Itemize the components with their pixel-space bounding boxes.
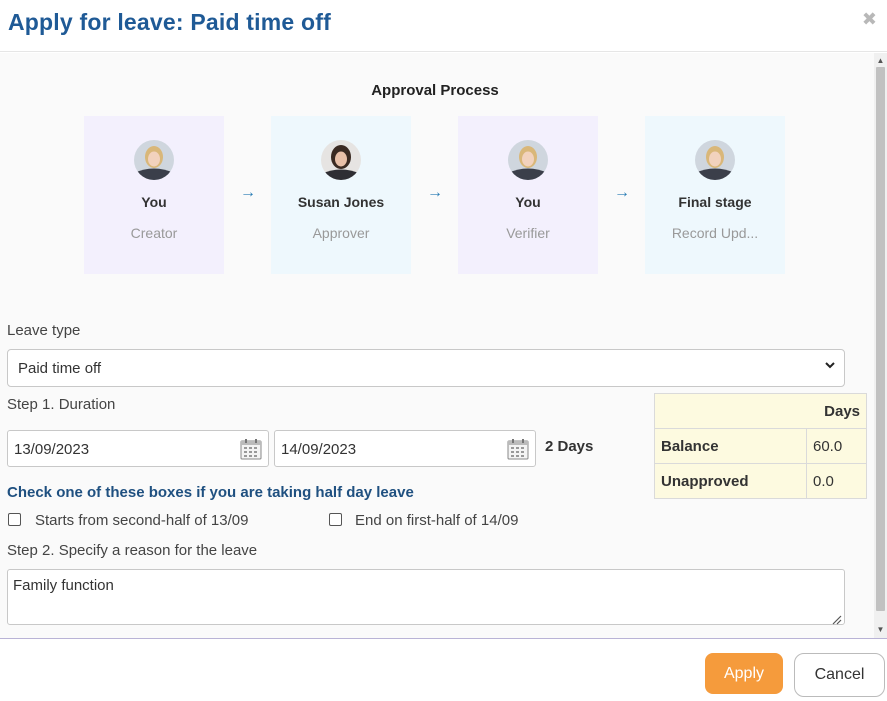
- avatar: [321, 140, 361, 180]
- first-half-label[interactable]: End on first-half of 14/09: [355, 512, 518, 529]
- balance-value: 60.0: [806, 428, 867, 464]
- stage-verifier: You Verifier: [458, 116, 598, 274]
- leave-type-label: Leave type: [7, 322, 81, 339]
- stage-role: Verifier: [506, 225, 550, 241]
- calendar-icon[interactable]: [507, 438, 529, 460]
- stage-role: Creator: [130, 225, 178, 241]
- avatar: [134, 140, 174, 180]
- unapproved-key: Unapproved: [654, 463, 807, 499]
- arrow-right-icon: →: [240, 184, 256, 201]
- unapproved-value: 0.0: [806, 463, 867, 499]
- to-date-value: 14/09/2023: [281, 441, 357, 458]
- second-half-label[interactable]: Starts from second-half of 13/09: [35, 512, 248, 529]
- stage-name: You: [515, 194, 541, 210]
- close-icon[interactable]: ✖: [862, 9, 877, 30]
- reason-textarea[interactable]: Family function: [7, 569, 845, 625]
- apply-button[interactable]: Apply: [705, 653, 783, 694]
- reason-value: Family function: [13, 577, 114, 594]
- balance-table: Days Balance 60.0 Unapproved 0.0: [654, 393, 867, 499]
- dialog-title: Apply for leave: Paid time off: [8, 9, 331, 35]
- stage-approver: Susan Jones Approver: [271, 116, 411, 274]
- resize-handle-icon[interactable]: [832, 612, 842, 625]
- avatar: [695, 140, 735, 180]
- stage-role: Record Upd...: [671, 225, 759, 241]
- scroll-thumb[interactable]: [876, 67, 885, 611]
- second-half-checkbox[interactable]: [8, 513, 21, 526]
- approval-process-title: Approval Process: [371, 82, 499, 99]
- from-date-value: 13/09/2023: [14, 441, 90, 458]
- stage-role: Approver: [312, 225, 370, 241]
- from-date-input[interactable]: 13/09/2023: [7, 430, 269, 467]
- chevron-down-icon: [824, 359, 836, 374]
- reason-label: Step 2. Specify a reason for the leave: [7, 542, 258, 559]
- duration-label: Step 1. Duration: [7, 396, 116, 413]
- stage-final: Final stage Record Upd...: [645, 116, 785, 274]
- stage-name: Susan Jones: [297, 194, 385, 210]
- stage-name: Final stage: [678, 194, 752, 210]
- scroll-down-icon[interactable]: ▼: [874, 624, 887, 636]
- to-date-input[interactable]: 14/09/2023: [274, 430, 536, 467]
- arrow-right-icon: →: [614, 184, 630, 201]
- leave-type-select[interactable]: Paid time off: [7, 349, 845, 387]
- calendar-icon[interactable]: [240, 438, 262, 460]
- cancel-button[interactable]: Cancel: [794, 653, 885, 697]
- table-header-row: Days: [654, 393, 867, 429]
- leave-type-value: Paid time off: [18, 360, 102, 377]
- dialog-header: Apply for leave: Paid time off ✖: [0, 0, 887, 52]
- table-row: Unapproved 0.0: [654, 463, 867, 499]
- total-days: 2 Days: [545, 438, 594, 455]
- scroll-up-icon[interactable]: ▲: [874, 55, 887, 67]
- avatar: [508, 140, 548, 180]
- stage-creator: You Creator: [84, 116, 224, 274]
- scrollbar[interactable]: ▲ ▼: [874, 53, 887, 638]
- first-half-checkbox[interactable]: [329, 513, 342, 526]
- balance-key: Balance: [654, 428, 807, 464]
- table-row: Balance 60.0: [654, 428, 867, 464]
- arrow-right-icon: →: [427, 184, 443, 201]
- half-day-title: Check one of these boxes if you are taki…: [7, 484, 414, 501]
- stage-name: You: [141, 194, 167, 210]
- days-header: Days: [654, 393, 867, 429]
